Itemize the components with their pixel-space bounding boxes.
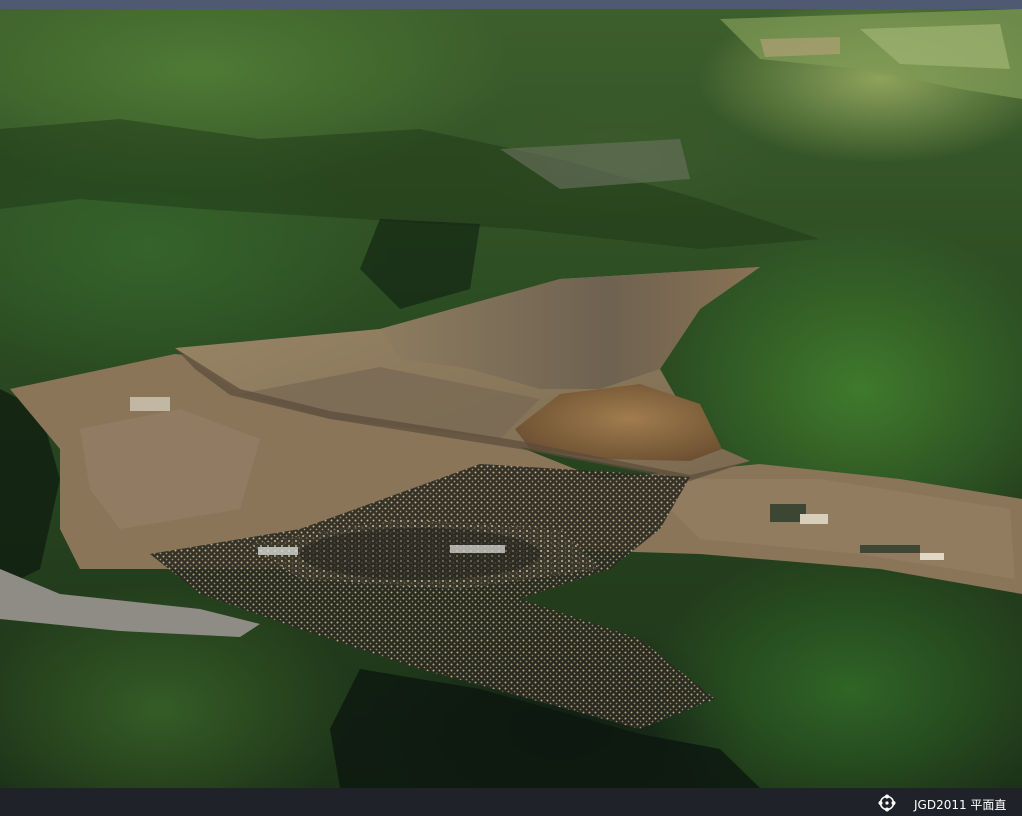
navigation-icon[interactable] (878, 794, 896, 812)
top-toolbar-strip (0, 0, 1022, 9)
terrain-scene (0, 9, 1022, 788)
3d-map-viewport[interactable] (0, 9, 1022, 788)
coordinate-system-label[interactable]: JGD2011 平面直 (914, 797, 1006, 813)
status-bar (0, 788, 1022, 816)
map-viewer-app: JGD2011 平面直 (0, 0, 1022, 816)
